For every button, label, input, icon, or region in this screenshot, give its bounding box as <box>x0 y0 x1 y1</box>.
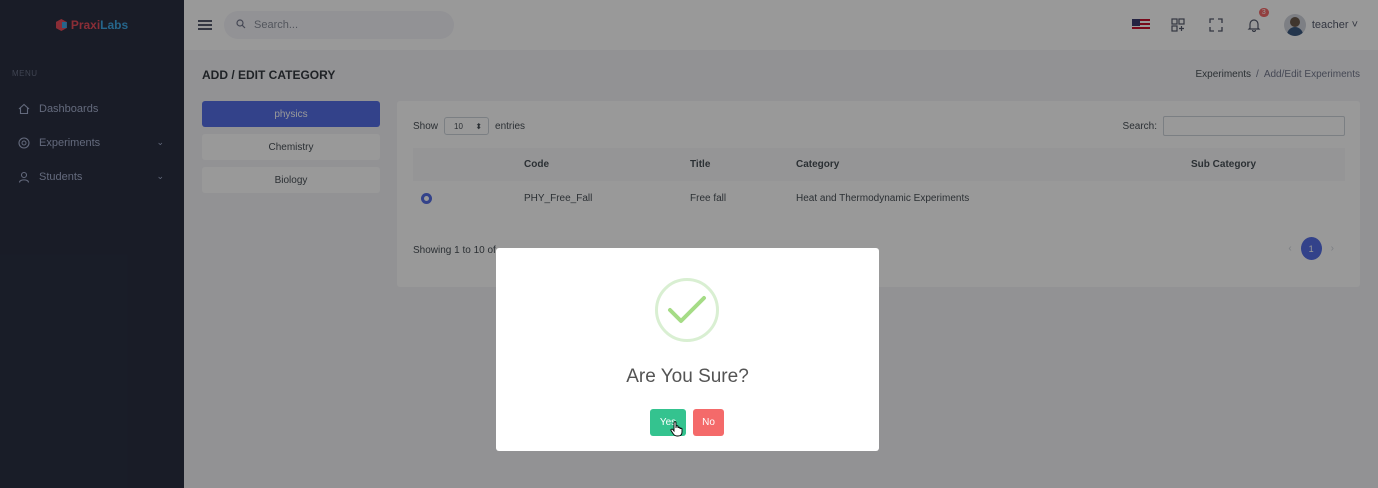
confirm-dialog: Are You Sure? Yes No <box>496 248 879 451</box>
dialog-title: Are You Sure? <box>626 366 749 387</box>
success-check-icon <box>655 278 719 342</box>
no-button[interactable]: No <box>693 409 724 436</box>
hand-cursor-icon <box>670 421 684 437</box>
